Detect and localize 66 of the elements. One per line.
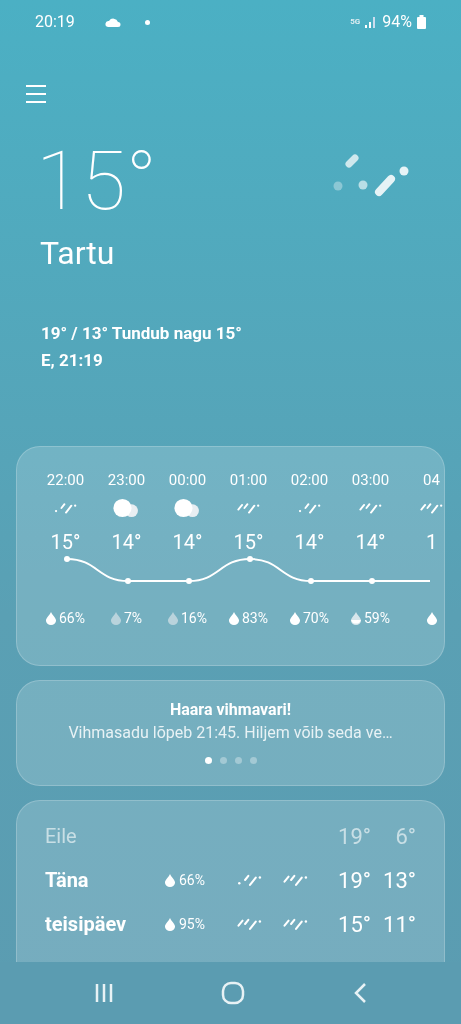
precipitation-chance: 7% xyxy=(123,609,143,628)
hour-temperature: 14° xyxy=(294,529,325,553)
drop-icon xyxy=(46,612,56,625)
rain-icon xyxy=(236,916,264,932)
light-rain-icon xyxy=(236,872,264,888)
hour-label: 02:00 xyxy=(290,470,329,489)
rain-icon xyxy=(282,872,310,888)
status-time: 20:19 xyxy=(35,11,75,33)
drop-icon xyxy=(351,612,361,625)
rain-icon xyxy=(282,916,310,932)
rain-icon xyxy=(235,500,262,516)
high-low-feels-like: 19° / 13° Tundub nagu 15° xyxy=(41,322,243,345)
hour-temperature: 14° xyxy=(111,529,142,553)
rain-notice-card[interactable]: Haara vihmavari! Vihmasadu lõpeb 21:45. Hiljem võib seda ve… xyxy=(16,680,445,786)
precipitation-chance: 95% xyxy=(179,914,205,934)
hour-label: 01:00 xyxy=(229,470,268,489)
low-temperature: 13° xyxy=(382,866,416,895)
high-temperature: 19° xyxy=(337,822,371,851)
low-temperature: 11° xyxy=(382,910,416,939)
notice-title: Haara vihmavari! xyxy=(169,699,292,721)
recent-apps-icon[interactable] xyxy=(93,983,114,1003)
battery-percent: 94% xyxy=(382,11,412,33)
light-rain-icon xyxy=(52,500,79,516)
drop-icon xyxy=(168,612,178,625)
drop-icon xyxy=(165,873,175,887)
precipitation-chance: 66% xyxy=(59,609,85,628)
home-icon[interactable] xyxy=(221,981,246,1005)
hour-temperature: 1 xyxy=(425,529,438,553)
updated-time: E, 21:19 xyxy=(41,349,104,372)
drop-icon xyxy=(426,612,437,625)
battery-icon xyxy=(417,15,426,29)
rain-icon xyxy=(357,500,384,516)
drop-icon xyxy=(229,612,239,625)
notice-text: Vihmasadu lõpeb 21:45. Hiljem võib seda ve… xyxy=(68,722,393,744)
current-temperature: 15° xyxy=(36,140,158,222)
high-temperature: 15° xyxy=(337,910,371,939)
hour-temperature: 15° xyxy=(50,529,81,553)
hour-temperature: 15° xyxy=(233,529,264,553)
precipitation-chance: 70% xyxy=(303,609,329,628)
cloud-icon xyxy=(104,17,121,27)
drop-icon xyxy=(290,612,300,625)
hour-label: 04 xyxy=(423,470,440,489)
precipitation-chance: 83% xyxy=(242,609,268,628)
hour-temperature: 14° xyxy=(355,529,386,553)
drop-icon xyxy=(110,612,121,625)
day-label: Täna xyxy=(45,867,90,894)
hour-label: 03:00 xyxy=(351,470,390,489)
day-label: teisipäev xyxy=(45,911,128,938)
hour-temperature: 14° xyxy=(172,529,203,553)
hour-label: 22:00 xyxy=(46,470,85,489)
drop-icon xyxy=(165,917,175,931)
signal-icon xyxy=(365,16,378,28)
city-name: Tartu xyxy=(40,234,116,272)
precipitation-chance: 16% xyxy=(181,609,207,628)
network-label: 5G xyxy=(350,16,361,28)
menu-icon[interactable] xyxy=(25,84,47,104)
back-icon[interactable] xyxy=(353,982,368,1004)
hour-label: 23:00 xyxy=(107,470,146,489)
precipitation-chance: 59% xyxy=(364,609,390,628)
low-temperature: 6° xyxy=(394,822,416,851)
hour-label: 00:00 xyxy=(168,470,207,489)
day-label: Eile xyxy=(45,823,78,850)
high-temperature: 19° xyxy=(337,866,371,895)
light-rain-icon xyxy=(296,500,323,516)
precipitation-chance: 66% xyxy=(179,870,205,890)
rain-icon xyxy=(418,500,444,516)
